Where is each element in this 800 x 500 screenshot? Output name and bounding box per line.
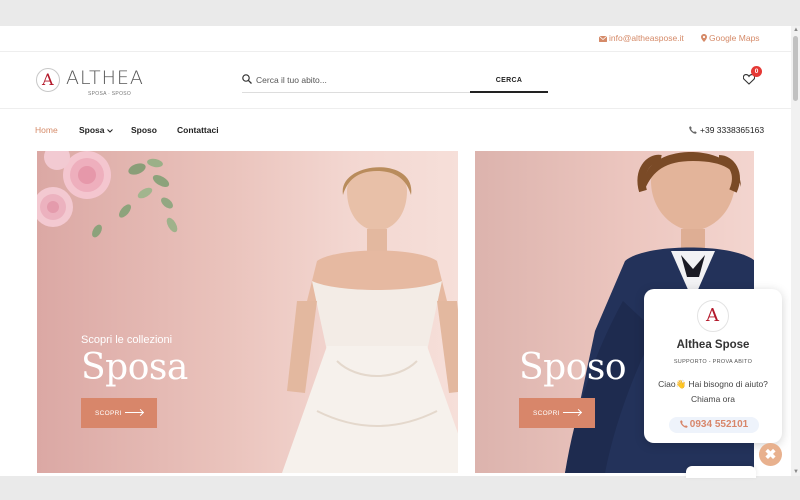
chat-avatar-letter: A: [706, 305, 719, 326]
chat-call-button[interactable]: 0934 552101: [669, 417, 759, 433]
banner-sposo-title: Sposo: [519, 347, 627, 388]
logo-letter: A: [42, 70, 54, 89]
banner-sposo-cta-label: SCOPRI: [533, 409, 560, 417]
phone-icon: [689, 126, 697, 134]
logo-tagline: SPOSA · SPOSO: [88, 91, 132, 97]
chat-launcher-tab[interactable]: [686, 466, 756, 478]
wishlist-button[interactable]: 0: [742, 66, 762, 88]
chevron-down-icon: [107, 129, 113, 133]
chat-message-line-2: Chiama ora: [691, 394, 735, 404]
bride-figure: [282, 167, 458, 473]
browser-frame: info@altheaspose.it Google Maps A ALTHEA…: [0, 0, 800, 500]
search-bar: CERCA: [242, 69, 548, 93]
scrollbar-thumb[interactable]: [793, 36, 798, 101]
maps-text: Google Maps: [709, 33, 760, 43]
scrollbar[interactable]: ▲ ▼: [791, 26, 800, 476]
nav-item-sposa-label: Sposa: [79, 125, 105, 135]
logo-mark: A: [36, 68, 60, 92]
header-phone[interactable]: +39 3338365163: [689, 125, 764, 135]
scroll-up-icon[interactable]: ▲: [793, 27, 799, 33]
logo-name: ALTHEA: [66, 67, 144, 89]
banner-sposo-discover-button[interactable]: SCOPRI: [519, 398, 595, 428]
chat-call-number: 0934 552101: [689, 419, 749, 430]
nav-item-home[interactable]: Home: [35, 125, 58, 135]
banner-sposa-kicker: Scopri le collezioni: [81, 334, 173, 346]
header: A ALTHEA SPOSA · SPOSO CERCA: [0, 52, 791, 109]
email-link[interactable]: info@altheaspose.it: [598, 33, 684, 43]
arrow-right-icon: [563, 412, 581, 413]
arrow-right-icon: [125, 412, 143, 413]
logo[interactable]: A ALTHEA SPOSA · SPOSO: [36, 66, 156, 97]
map-pin-icon: [701, 34, 707, 42]
scroll-down-icon[interactable]: ▼: [793, 469, 799, 475]
wishlist-count-badge: 0: [751, 66, 762, 77]
chat-avatar: A: [697, 300, 729, 332]
banner-sposa-cta-label: SCOPRI: [95, 409, 122, 417]
search-button[interactable]: CERCA: [470, 69, 548, 93]
nav-item-contattaci[interactable]: Contattaci: [177, 125, 219, 135]
chat-message: Ciao👋 Hai bisogno di aiuto? Chiama ora: [654, 377, 772, 407]
flowers-decoration: [37, 151, 178, 238]
chat-message-line-1: Ciao👋 Hai bisogno di aiuto?: [658, 379, 768, 389]
google-maps-link[interactable]: Google Maps: [701, 33, 760, 43]
phone-icon: [679, 420, 688, 428]
nav-item-sposa[interactable]: Sposa: [79, 125, 113, 135]
search-icon: [242, 74, 252, 84]
banner-sposa-discover-button[interactable]: SCOPRI: [81, 398, 157, 428]
chat-subtitle: SUPPORTO - PROVA ABITO: [673, 359, 753, 365]
chat-name: Althea Spose: [676, 339, 750, 351]
banner-sposa-title: Sposa: [81, 347, 188, 388]
nav-item-sposo[interactable]: Sposo: [131, 125, 157, 135]
search-input[interactable]: [256, 72, 466, 88]
main-nav: Home Sposa Sposo Contattaci +39 33383651…: [0, 109, 791, 151]
email-text: info@altheaspose.it: [609, 33, 684, 43]
chat-widget: A Althea Spose SUPPORTO - PROVA ABITO Ci…: [644, 289, 782, 443]
banner-sposa[interactable]: Scopri le collezioni Sposa SCOPRI: [37, 151, 458, 473]
top-bar: info@altheaspose.it Google Maps: [0, 26, 791, 52]
header-phone-text: +39 3338365163: [700, 125, 765, 135]
envelope-icon: [598, 35, 608, 42]
close-icon[interactable]: ✖: [759, 443, 782, 466]
